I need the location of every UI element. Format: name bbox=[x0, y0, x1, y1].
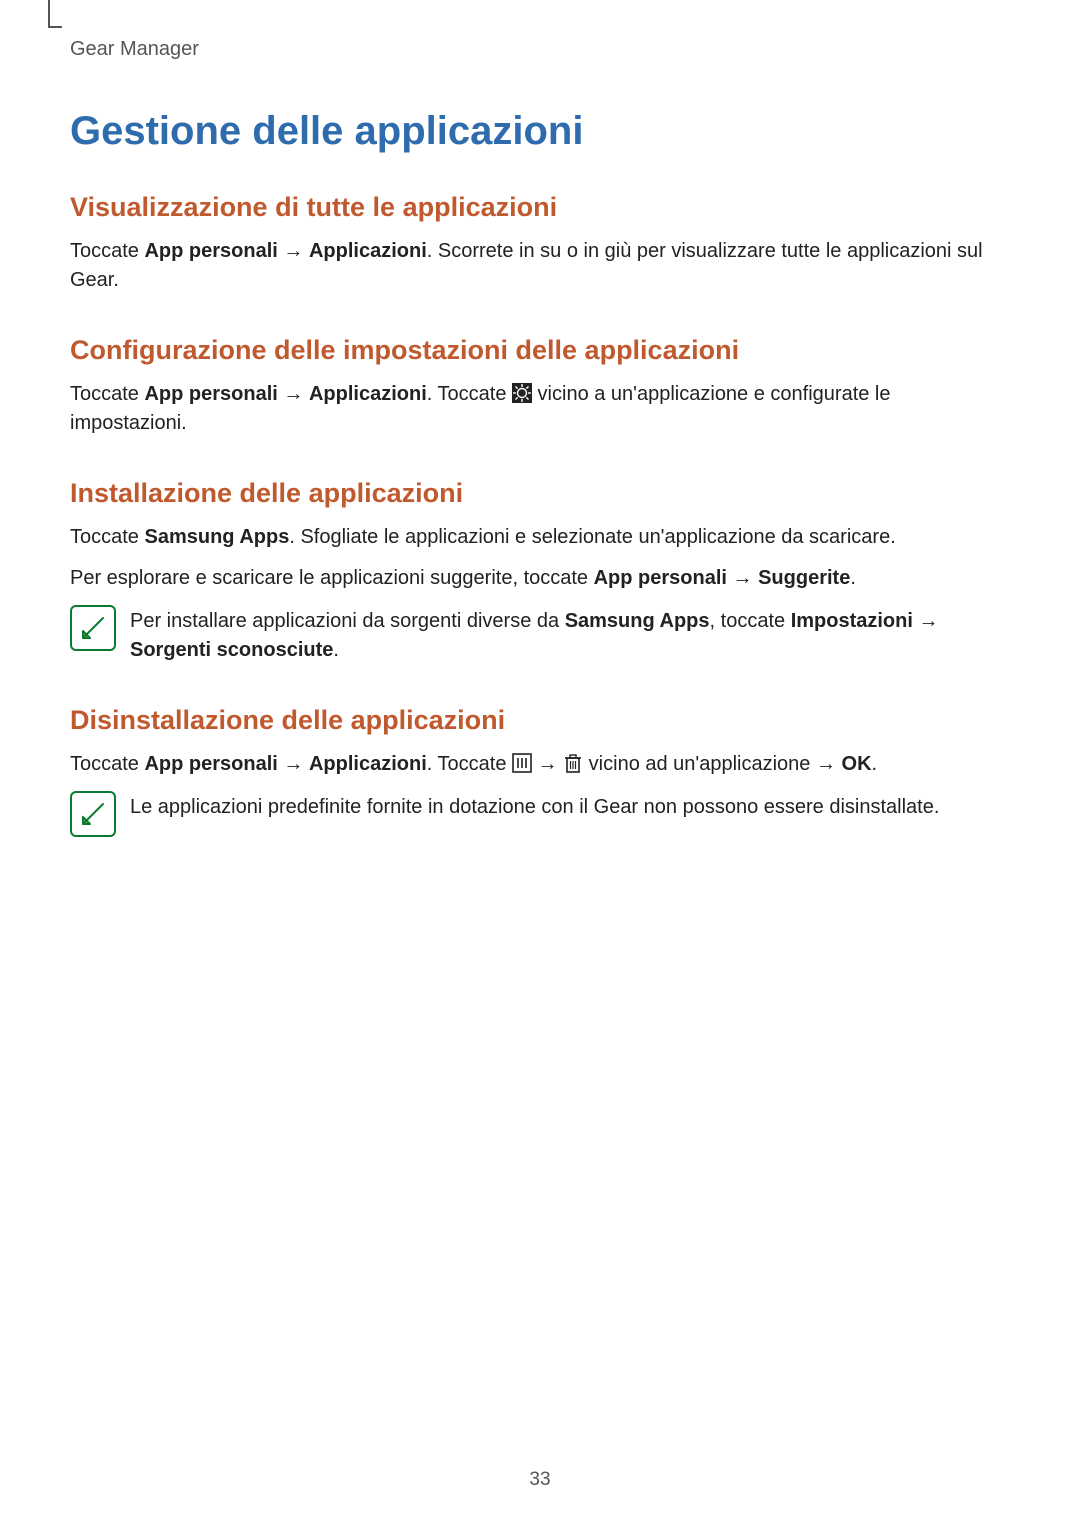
text: Toccate bbox=[70, 753, 144, 775]
heading-config: Configurazione delle impostazioni delle … bbox=[70, 335, 1010, 366]
arrow: → bbox=[278, 383, 309, 405]
arrow: → bbox=[913, 610, 939, 632]
text: Per esplorare e scaricare le applicazion… bbox=[70, 567, 594, 589]
page-content: Gear Manager Gestione delle applicazioni… bbox=[0, 0, 1080, 837]
label-suggerite: Suggerite bbox=[758, 567, 850, 589]
page-title: Gestione delle applicazioni bbox=[70, 109, 1010, 154]
heading-install: Installazione delle applicazioni bbox=[70, 478, 1010, 509]
heading-uninstall: Disinstallazione delle applicazioni bbox=[70, 705, 1010, 736]
page-corner-mark bbox=[48, 0, 50, 28]
label-applicazioni: Applicazioni bbox=[309, 383, 427, 405]
label-impostazioni: Impostazioni bbox=[791, 610, 913, 632]
label-app-personali: App personali bbox=[144, 383, 277, 405]
label-applicazioni: Applicazioni bbox=[309, 240, 427, 262]
label-sorgenti-sconosciute: Sorgenti sconosciute bbox=[130, 639, 333, 661]
note-uninstall: Le applicazioni predefinite fornite in d… bbox=[70, 791, 1010, 837]
page-number: 33 bbox=[0, 1469, 1080, 1491]
paragraph-uninstall: Toccate App personali → Applicazioni. To… bbox=[70, 750, 1010, 779]
text: . bbox=[872, 753, 878, 775]
text: Per installare applicazioni da sorgenti … bbox=[130, 610, 565, 632]
text: . Sfogliate le applicazioni e selezionat… bbox=[289, 526, 895, 548]
arrow: → bbox=[278, 240, 309, 262]
running-header: Gear Manager bbox=[70, 38, 1010, 61]
arrow: → bbox=[532, 753, 563, 775]
label-applicazioni: Applicazioni bbox=[309, 753, 427, 775]
text: Toccate bbox=[70, 383, 144, 405]
arrow: → bbox=[278, 753, 309, 775]
label-app-personali: App personali bbox=[144, 240, 277, 262]
arrow: → bbox=[727, 567, 758, 589]
heading-view-all: Visualizzazione di tutte le applicazioni bbox=[70, 192, 1010, 223]
label-ok: OK bbox=[842, 753, 872, 775]
label-samsung-apps: Samsung Apps bbox=[565, 610, 710, 632]
label-samsung-apps: Samsung Apps bbox=[144, 526, 289, 548]
text: . Toccate bbox=[427, 753, 512, 775]
label-app-personali: App personali bbox=[594, 567, 727, 589]
note-icon bbox=[70, 791, 116, 837]
settings-icon bbox=[512, 383, 532, 403]
note-text: Per installare applicazioni da sorgenti … bbox=[130, 605, 1010, 665]
text: Toccate bbox=[70, 240, 144, 262]
text: , toccate bbox=[710, 610, 791, 632]
menu-icon bbox=[512, 753, 532, 773]
note-icon bbox=[70, 605, 116, 651]
text: vicino ad un'applicazione → bbox=[583, 753, 841, 775]
text: . bbox=[333, 639, 339, 661]
paragraph-view-all: Toccate App personali → Applicazioni. Sc… bbox=[70, 237, 1010, 295]
text: . Toccate bbox=[427, 383, 512, 405]
paragraph-install-1: Toccate Samsung Apps. Sfogliate le appli… bbox=[70, 523, 1010, 552]
trash-icon bbox=[563, 753, 583, 773]
note-text: Le applicazioni predefinite fornite in d… bbox=[130, 791, 939, 822]
label-app-personali: App personali bbox=[144, 753, 277, 775]
note-install: Per installare applicazioni da sorgenti … bbox=[70, 605, 1010, 665]
text: . bbox=[850, 567, 856, 589]
text: Toccate bbox=[70, 526, 144, 548]
paragraph-install-2: Per esplorare e scaricare le applicazion… bbox=[70, 564, 1010, 593]
paragraph-config: Toccate App personali → Applicazioni. To… bbox=[70, 380, 1010, 438]
